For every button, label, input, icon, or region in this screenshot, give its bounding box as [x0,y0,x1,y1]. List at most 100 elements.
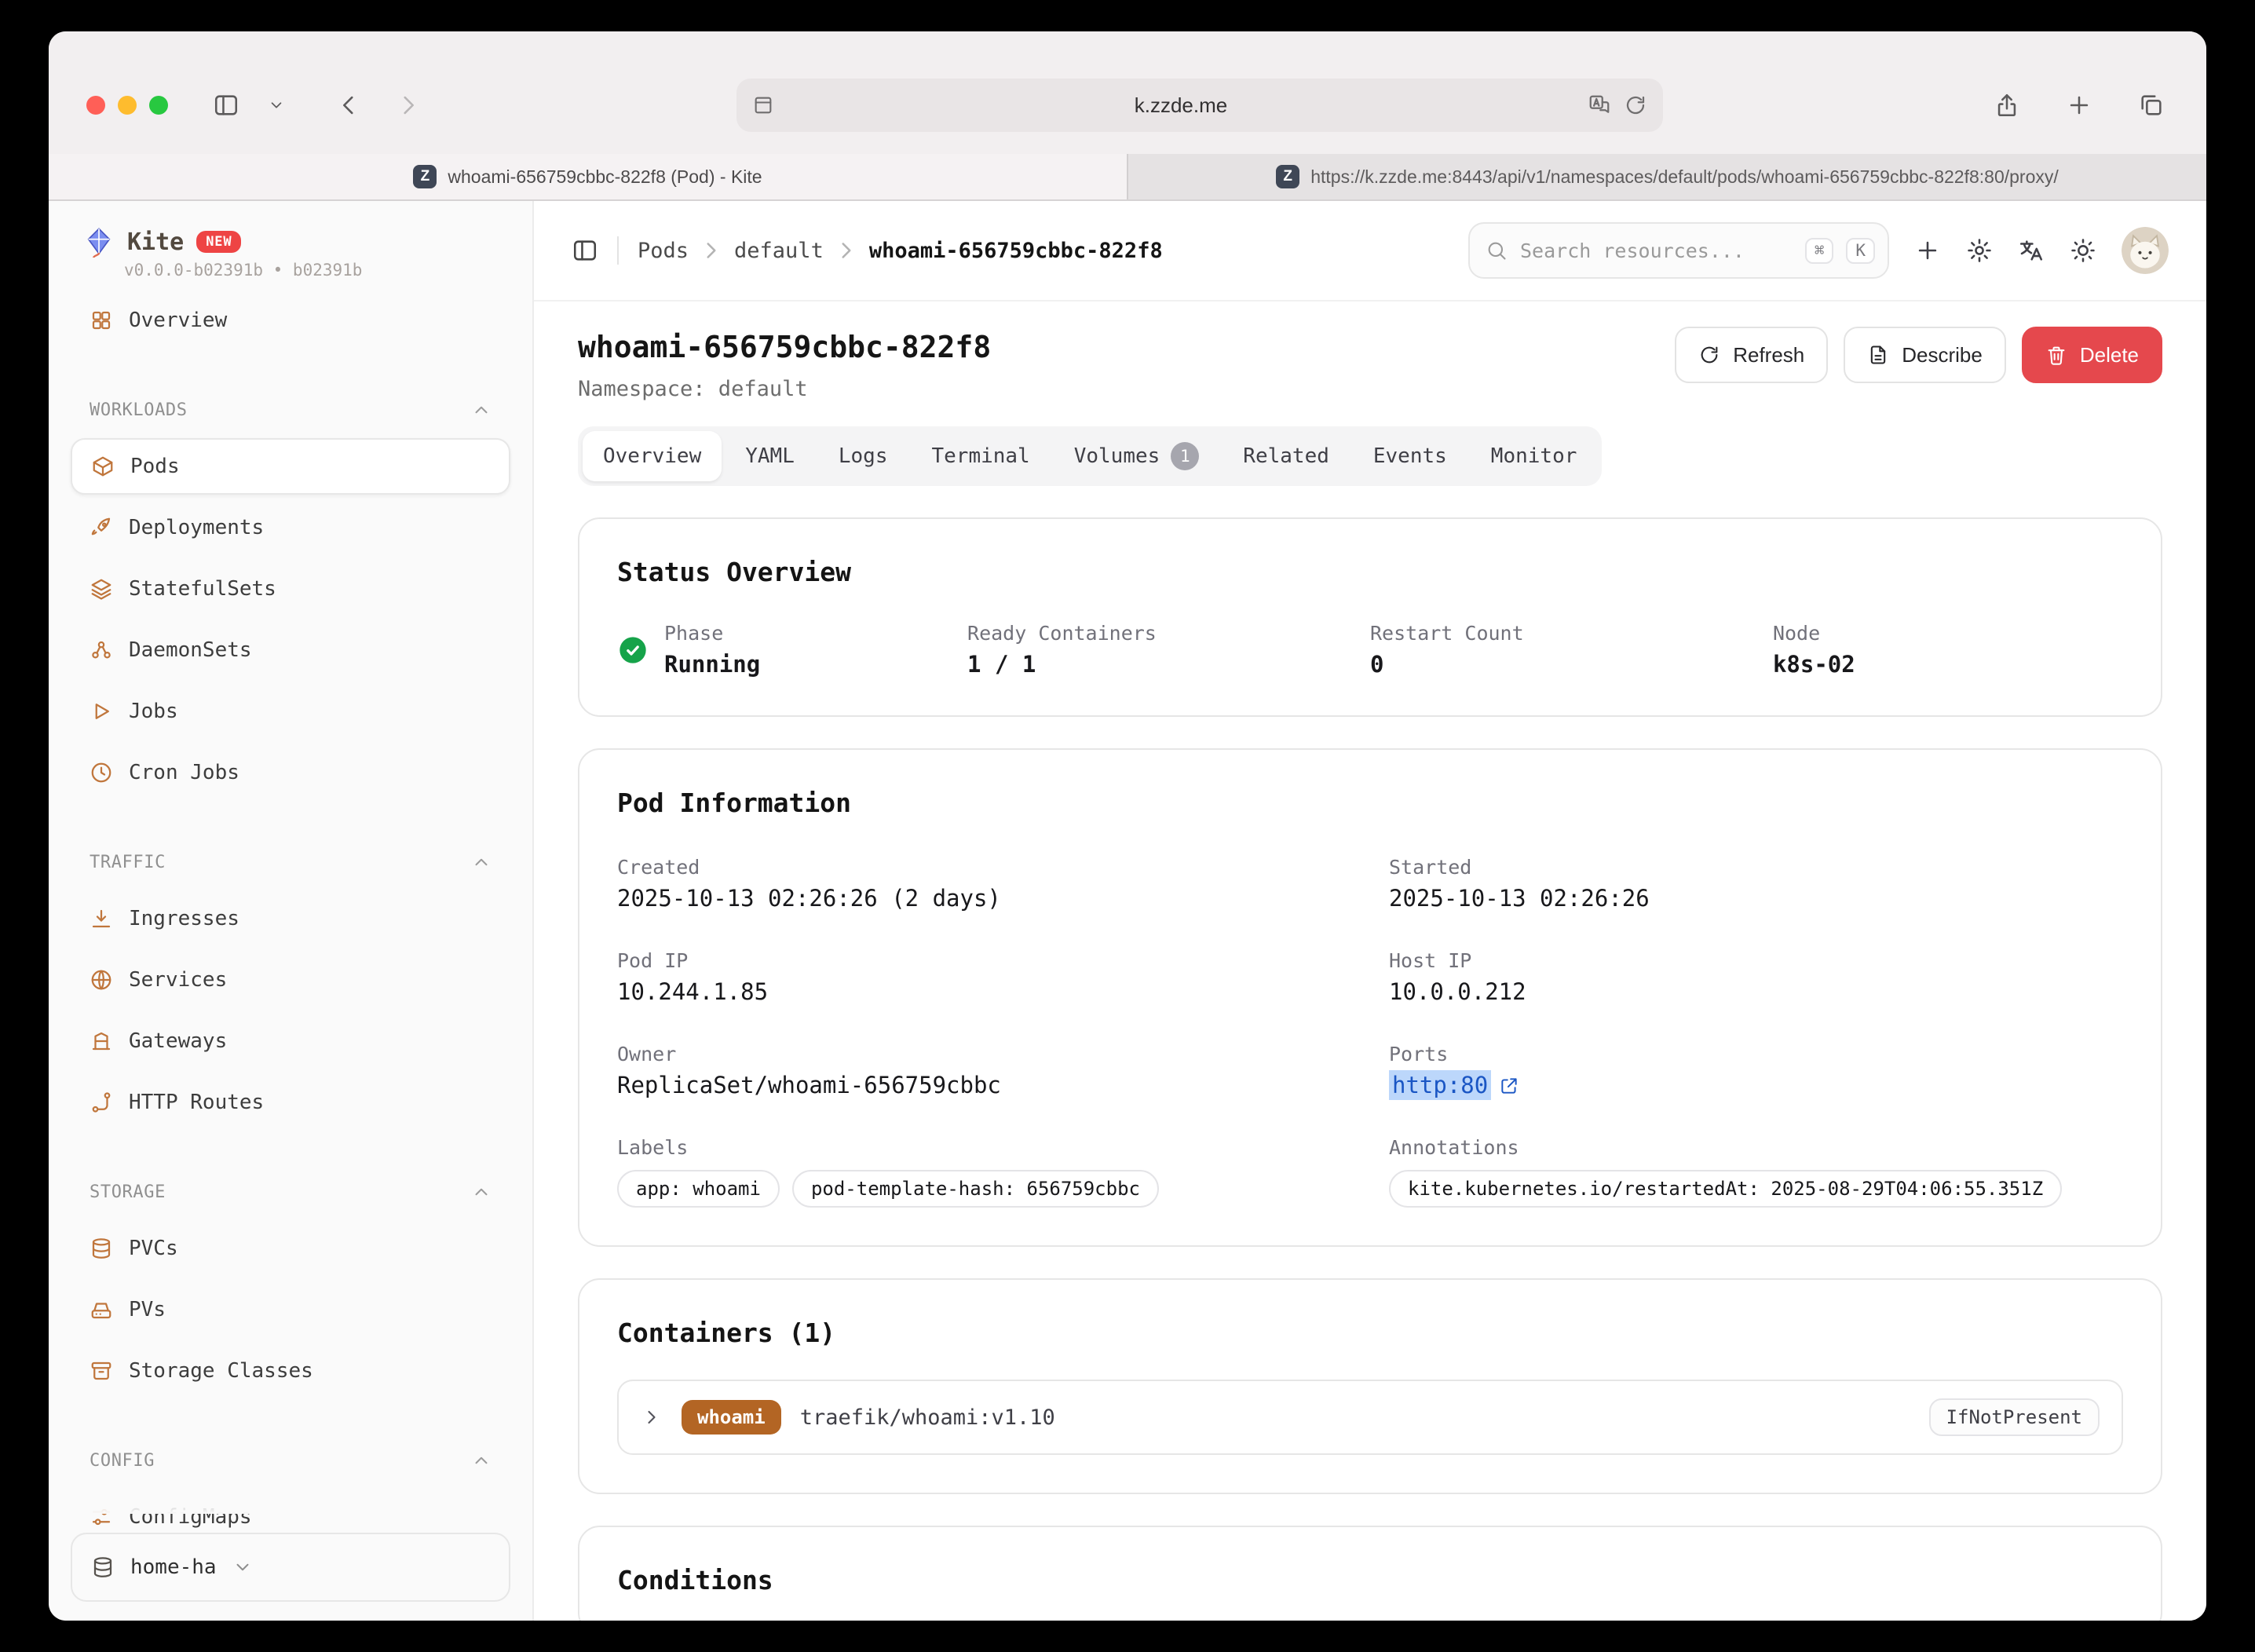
proxy-tab-favicon: Z [1276,165,1299,188]
container-row[interactable]: whoami traefik/whoami:v1.10 IfNotPresent [617,1380,2123,1455]
safari-window: k.zzde.me [49,31,2206,1621]
nodes-icon [90,638,113,662]
pod-information-card: Pod Information Created 2025-10-13 02:26… [578,748,2162,1247]
field-label: Node [1773,622,2123,645]
tab-yaml[interactable]: YAML [725,431,815,481]
container-name-badge: whoami [682,1400,781,1435]
sidebar-item-label: Ingresses [129,907,239,930]
tab-label: Events [1373,444,1447,468]
node-field: Node k8s-02 [1773,622,2123,678]
sidebar-item-ingresses[interactable]: Ingresses [71,890,510,947]
sidebar-item-http-routes[interactable]: HTTP Routes [71,1074,510,1131]
browser-tab-inactive[interactable]: Z https://k.zzde.me:8443/api/v1/namespac… [1127,154,2206,199]
tab-related[interactable]: Related [1223,431,1350,481]
port-link[interactable]: http:80 [1389,1070,1491,1100]
user-avatar[interactable] [2122,227,2169,274]
tab-terminal[interactable]: Terminal [911,431,1050,481]
sidebar-item-statefulsets[interactable]: StatefulSets [71,561,510,617]
tab-volumes[interactable]: Volumes 1 [1054,431,1220,481]
pod-ip-value: 10.244.1.85 [617,978,1351,1005]
search-input[interactable] [1520,239,1793,262]
external-link-icon[interactable] [1499,1076,1519,1096]
browser-sidebar-toggle-button[interactable] [203,83,250,127]
minimize-window-button[interactable] [118,96,137,115]
sidebar-section-traffic[interactable]: TRAFFIC [71,839,510,886]
breadcrumb-pods-link[interactable]: Pods [638,239,689,263]
sidebar-item-overview[interactable]: Overview [71,292,510,349]
field-label: Started [1389,856,2123,879]
node-link[interactable]: k8s-02 [1773,651,2123,678]
tab-events[interactable]: Events [1353,431,1467,481]
create-resource-button[interactable] [1914,237,1941,264]
delete-label: Delete [2080,343,2139,367]
browser-tab-active[interactable]: Z whoami-656759cbbc-822f8 (Pod) - Kite [49,154,1127,199]
app-sidebar-toggle-button[interactable] [572,237,598,264]
chevron-right-icon[interactable] [641,1406,663,1428]
new-badge: NEW [196,231,241,253]
tab-monitor[interactable]: Monitor [1471,431,1598,481]
reload-icon[interactable] [1624,93,1647,117]
card-title: Conditions [617,1565,2123,1595]
tab-title: https://k.zzde.me:8443/api/v1/namespaces… [1310,166,2059,188]
tab-label: Terminal [931,444,1029,468]
sidebar-menu-button[interactable] [262,83,291,127]
tab-overview[interactable]: Overview [583,431,722,481]
address-bar[interactable]: k.zzde.me [736,79,1663,132]
refresh-button[interactable]: Refresh [1675,327,1828,383]
url-bar-area: k.zzde.me [444,79,1955,132]
sidebar-item-daemonsets[interactable]: DaemonSets [71,622,510,678]
back-button[interactable] [325,83,372,127]
breadcrumb-namespace-link[interactable]: default [734,239,824,263]
field-label: Host IP [1389,949,2123,972]
cluster-selector[interactable]: home-ha [71,1533,510,1602]
sidebar-item-pods[interactable]: Pods [71,438,510,495]
tab-logs[interactable]: Logs [818,431,908,481]
describe-button[interactable]: Describe [1844,327,2006,383]
created-value: 2025-10-13 02:26:26 (2 days) [617,885,1351,912]
share-button[interactable] [1983,83,2030,127]
field-label: Annotations [1389,1136,2123,1159]
field-label: Created [617,856,1351,879]
tab-overview-button[interactable] [2128,83,2175,127]
sidebar-item-label: PVs [129,1298,166,1321]
sidebar-item-label: DaemonSets [129,638,252,662]
sidebar-item-services[interactable]: Services [71,952,510,1008]
tab-label: Overview [603,444,701,468]
sidebar-item-label: Storage Classes [129,1359,313,1383]
volumes-count-badge: 1 [1171,442,1199,470]
new-tab-button[interactable] [2056,83,2103,127]
owner-link[interactable]: ReplicaSet/whoami-656759cbbc [617,1072,1351,1098]
globe-icon [90,968,113,992]
containers-card: Containers (1) whoami traefik/whoami:v1.… [578,1278,2162,1494]
sidebar-item-cron-jobs[interactable]: Cron Jobs [71,744,510,801]
sidebar-item-jobs[interactable]: Jobs [71,683,510,740]
sidebar-item-storage-classes[interactable]: Storage Classes [71,1343,510,1399]
field-label: Pod IP [617,949,1351,972]
language-button[interactable] [2018,237,2045,264]
forward-button[interactable] [385,83,432,127]
close-window-button[interactable] [86,96,105,115]
translate-icon[interactable] [1588,93,1611,117]
sidebar-item-deployments[interactable]: Deployments [71,499,510,556]
rocket-icon [90,516,113,539]
delete-button[interactable]: Delete [2022,327,2162,383]
chevron-down-icon [268,97,285,114]
app-brand[interactable]: Kite NEW [71,223,510,258]
page-menu-icon[interactable] [752,94,774,116]
settings-button[interactable] [1966,237,1993,264]
kbd-command: ⌘ [1805,238,1834,264]
search-box[interactable]: ⌘ K [1468,222,1889,279]
sidebar-item-pvcs[interactable]: PVCs [71,1220,510,1277]
status-overview-card: Status Overview Phase Running [578,517,2162,717]
sidebar-item-pvs[interactable]: PVs [71,1281,510,1338]
sidebar-section-storage[interactable]: STORAGE [71,1168,510,1215]
sidebar-item-gateways[interactable]: Gateways [71,1013,510,1069]
annotations-list: kite.kubernetes.io/restartedAt: 2025-08-… [1389,1170,2123,1208]
theme-toggle-button[interactable] [2070,237,2096,264]
section-label: WORKLOADS [90,400,188,420]
zoom-window-button[interactable] [149,96,168,115]
tab-label: Related [1243,444,1329,468]
field-label: Owner [617,1043,1351,1065]
sidebar-section-workloads[interactable]: WORKLOADS [71,386,510,433]
pod-ip-field: Pod IP 10.244.1.85 [617,949,1351,1005]
